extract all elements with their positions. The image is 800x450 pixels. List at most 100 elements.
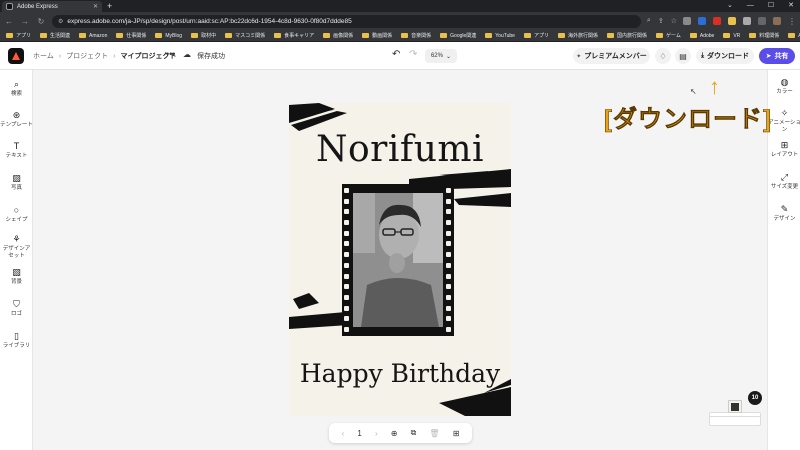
bookmark-star-icon[interactable]: ☆: [671, 17, 677, 25]
sidebar-item-search[interactable]: ⌕ 検索: [0, 79, 33, 98]
side-panel-icon[interactable]: [758, 17, 766, 25]
maximize-icon[interactable]: ☐: [768, 0, 774, 12]
next-page-icon[interactable]: ›: [375, 429, 378, 438]
extension-s-icon[interactable]: [683, 17, 691, 25]
adobe-express-logo[interactable]: [8, 48, 24, 64]
page-navigation-bar: ‹ 1 › ⊕ ⧉ 🗑 ⊞: [329, 423, 472, 443]
duplicate-page-icon[interactable]: ⧉: [411, 428, 417, 438]
design-canvas[interactable]: Norifumi Happy Birthday: [289, 103, 511, 416]
folder-icon: [6, 33, 13, 38]
minimize-icon[interactable]: —: [747, 0, 754, 12]
bookmark-item[interactable]: アプリ: [6, 32, 31, 39]
bookmark-item[interactable]: マスコミ関係: [225, 32, 265, 39]
premium-member-button[interactable]: ✦ プレミアムメンバー: [573, 48, 650, 64]
previous-page-icon[interactable]: ‹: [342, 429, 345, 438]
extension-blue-icon[interactable]: [698, 17, 706, 25]
new-tab-icon[interactable]: +: [107, 1, 112, 11]
bookmark-label: 仕事関係: [126, 33, 147, 39]
sidebar-item-label: デザイン: [773, 216, 796, 222]
bookmarks-bar: アプリ 生活関連 Amazon 仕事関係 MyBlog 取材中 マスコミ関係 食事キャリア 画像…: [0, 30, 800, 42]
sidebar-item-logo[interactable]: ⛉ ロゴ: [0, 299, 33, 318]
bookmark-item[interactable]: 動画関係: [362, 32, 392, 39]
bookmark-item[interactable]: 画像関係: [323, 32, 353, 39]
bookmark-item[interactable]: 取材中: [191, 32, 216, 39]
browser-tab[interactable]: Adobe Express ✕: [2, 1, 102, 12]
sidebar-item-library[interactable]: ▯ ライブラリ: [0, 331, 33, 350]
bookmark-item[interactable]: アプリ: [523, 32, 549, 39]
sidebar-item-resize[interactable]: ⤢ サイズ変更: [768, 172, 800, 191]
sidebar-item-photos[interactable]: ▨ 写真: [0, 173, 33, 192]
sidebar-item-shapes[interactable]: ○ シェイプ: [0, 205, 33, 224]
bookmark-item[interactable]: 生活関連: [40, 32, 70, 39]
delete-page-icon[interactable]: 🗑: [429, 429, 439, 438]
comments-button[interactable]: ▤: [675, 48, 691, 64]
sidebar-item-label: サイズ変更: [770, 184, 799, 190]
bookmark-label: VR: [733, 32, 741, 39]
share-page-icon[interactable]: ⇪: [658, 17, 664, 25]
site-info-icon[interactable]: ⚙: [58, 18, 63, 25]
bookmark-item[interactable]: 食事キャリア: [274, 32, 314, 39]
download-button[interactable]: ⤓ ダウンロード: [696, 48, 754, 64]
search-icon: ⌕: [13, 79, 20, 89]
poster-greeting-text[interactable]: Happy Birthday: [289, 359, 511, 388]
thumbnail-preview[interactable]: [728, 400, 742, 413]
portrait-photo[interactable]: [353, 193, 443, 327]
sidebar-item-color[interactable]: ◍ カラー: [768, 77, 800, 96]
more-options-icon[interactable]: •••: [166, 49, 175, 59]
extension-yellow-icon[interactable]: [728, 17, 736, 25]
redo-icon[interactable]: ↷: [409, 49, 417, 60]
bookmark-item[interactable]: AI: [788, 33, 800, 39]
reload-icon[interactable]: ↻: [36, 17, 46, 26]
bookmark-item[interactable]: Adobe: [689, 33, 714, 39]
bookmark-item[interactable]: 国内旅行関係: [606, 32, 647, 39]
folder-icon: [40, 33, 48, 38]
sidebar-item-design-assets[interactable]: ⚘ デザインアセット: [0, 234, 33, 259]
undo-icon[interactable]: ↶: [392, 49, 400, 60]
bookmark-label: 食事キャリア: [284, 33, 315, 39]
breadcrumb-home[interactable]: ホーム: [33, 51, 54, 61]
folder-icon: [323, 33, 331, 38]
sidebar-item-layout[interactable]: ⊞ レイアウト: [768, 140, 800, 159]
bookmark-item[interactable]: 海外旅行関係: [557, 32, 598, 39]
portrait-illustration: [353, 193, 443, 327]
window-dropdown-icon[interactable]: ⌄: [727, 0, 733, 12]
download-icon: ⤓: [700, 52, 705, 59]
bookmark-item[interactable]: VR: [723, 33, 740, 39]
sidebar-item-background[interactable]: ▧ 背景: [0, 267, 33, 286]
bookmark-item[interactable]: ゲーム: [656, 32, 681, 39]
sidebar-item-design[interactable]: ✎ デザイン: [768, 204, 800, 223]
sidebar-item-animation[interactable]: ✧ アニメーション: [768, 108, 800, 133]
bookmark-item[interactable]: MyBlog: [155, 33, 182, 39]
bookmark-item[interactable]: Amazon: [79, 33, 107, 39]
back-icon[interactable]: ←: [4, 17, 14, 26]
zoom-page-icon[interactable]: ⌕: [647, 17, 651, 25]
close-window-icon[interactable]: ✕: [788, 0, 794, 12]
film-strip-frame[interactable]: [342, 184, 454, 336]
bookmark-label: アプリ: [16, 33, 32, 39]
address-bar[interactable]: ⚙ express.adobe.com/ja-JP/sp/design/post…: [52, 14, 641, 28]
grid-view-icon[interactable]: ⊞: [453, 429, 460, 438]
sidebar-item-text[interactable]: T テキスト: [0, 141, 33, 160]
bookmark-item[interactable]: 料理関係: [749, 32, 779, 39]
browser-menu-icon[interactable]: ⋮: [788, 17, 796, 26]
extension-red-icon[interactable]: [713, 17, 721, 25]
share-button[interactable]: ➤ 共有: [759, 48, 795, 64]
breadcrumb-projects[interactable]: プロジェクト: [66, 51, 108, 61]
bookmark-item[interactable]: 仕事関係: [116, 32, 146, 39]
bookmark-item[interactable]: Google関連: [440, 32, 476, 39]
poster-name-text[interactable]: Norifumi: [289, 129, 511, 170]
add-page-icon[interactable]: ⊕: [391, 429, 398, 438]
close-tab-icon[interactable]: ✕: [93, 3, 98, 10]
page-count-badge: 10: [748, 391, 762, 405]
extensions-puzzle-icon[interactable]: [743, 17, 751, 25]
bookmark-item[interactable]: 音楽関係: [401, 32, 431, 39]
profile-avatar[interactable]: [773, 17, 781, 25]
zoom-dropdown[interactable]: 62% ⌄: [425, 49, 457, 63]
forward-icon[interactable]: →: [20, 17, 30, 26]
save-status: 保存成功: [197, 53, 225, 60]
lightbulb-button[interactable]: ♢: [655, 48, 671, 64]
cloud-saved-icon: ☁: [183, 50, 191, 59]
folder-icon: [523, 33, 531, 38]
bookmark-item[interactable]: YouTube: [485, 33, 515, 39]
sidebar-item-templates[interactable]: ⊛ テンプレート: [0, 110, 33, 129]
